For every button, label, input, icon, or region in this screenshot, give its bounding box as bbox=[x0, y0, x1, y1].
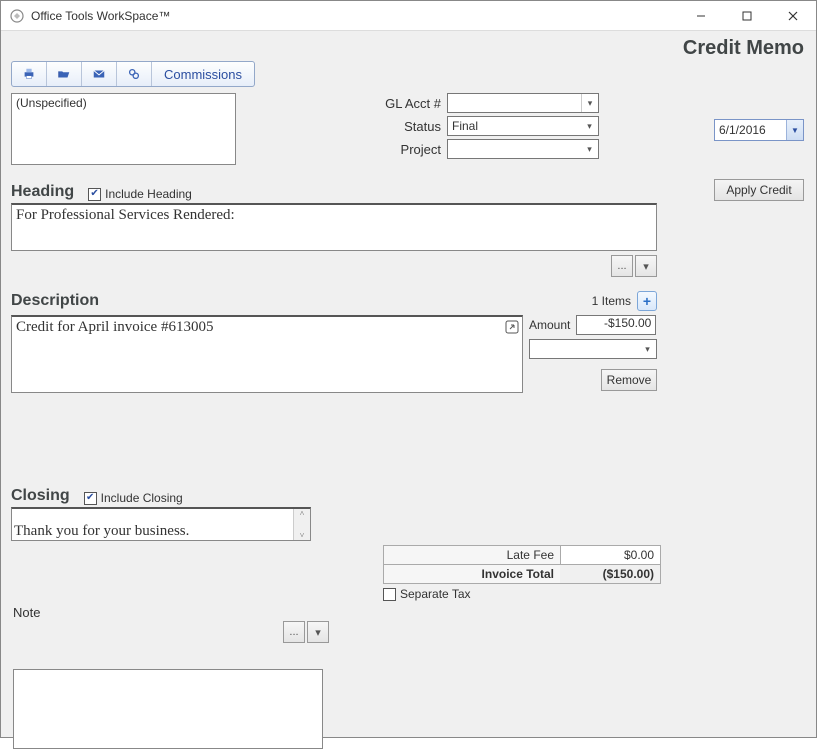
date-value: 6/1/2016 bbox=[719, 123, 766, 137]
minimize-button[interactable] bbox=[678, 1, 724, 30]
include-closing-checkbox[interactable]: ✔ Include Closing bbox=[84, 491, 183, 505]
commissions-button[interactable]: Commissions bbox=[152, 62, 254, 86]
invoice-total-label: Invoice Total bbox=[384, 565, 560, 583]
separate-tax-label: Separate Tax bbox=[400, 587, 471, 601]
content-area: Credit Memo Commissions (Unspecified) bbox=[1, 31, 816, 737]
description-section-label: Description bbox=[11, 292, 99, 310]
app-window: Office Tools WorkSpace™ Credit Memo bbox=[0, 0, 817, 738]
chevron-down-icon: ▾ bbox=[581, 140, 598, 158]
window-title: Office Tools WorkSpace™ bbox=[31, 9, 170, 23]
description-text: Credit for April invoice #613005 bbox=[16, 319, 213, 335]
scroll-up-icon: ˄ bbox=[300, 509, 305, 518]
late-fee-value: $0.00 bbox=[624, 548, 654, 562]
late-fee-label: Late Fee bbox=[384, 546, 560, 564]
print-button[interactable] bbox=[12, 62, 47, 86]
heading-ellipsis-button[interactable]: ... bbox=[611, 255, 633, 277]
description-count: 1 Items bbox=[592, 294, 631, 308]
checkbox-icon bbox=[383, 588, 396, 601]
include-closing-label: Include Closing bbox=[101, 491, 183, 505]
totals-table: Late Fee $0.00 Invoice Total ($150.00) S… bbox=[383, 545, 661, 601]
project-combo[interactable]: ▾ bbox=[447, 139, 599, 159]
project-label: Project bbox=[376, 142, 441, 157]
chevron-down-icon: ▾ bbox=[639, 340, 656, 358]
amount-value: -$150.00 bbox=[604, 316, 651, 330]
heading-text: For Professional Services Rendered: bbox=[16, 207, 235, 223]
settings-button[interactable] bbox=[117, 62, 152, 86]
scroll-down-icon: ˅ bbox=[300, 531, 305, 540]
heading-section-label: Heading bbox=[11, 183, 74, 201]
heading-dropdown-button[interactable]: ▾ bbox=[635, 255, 657, 277]
chevron-down-icon: ▼ bbox=[786, 120, 803, 140]
date-picker[interactable]: 6/1/2016 ▼ bbox=[714, 119, 804, 141]
app-icon bbox=[9, 8, 25, 24]
chevron-down-icon: ▾ bbox=[581, 94, 598, 112]
maximize-button[interactable] bbox=[724, 1, 770, 30]
chevron-down-icon: ▾ bbox=[581, 117, 598, 135]
party-text: (Unspecified) bbox=[16, 96, 87, 110]
note-ellipsis-button[interactable]: ... bbox=[283, 621, 305, 643]
gl-acct-combo[interactable]: ▾ bbox=[447, 93, 599, 113]
email-button[interactable] bbox=[82, 62, 117, 86]
line-item-combo[interactable]: ▾ bbox=[529, 339, 657, 359]
header-fields: GL Acct # ▾ Status Final ▾ Project bbox=[376, 93, 599, 165]
note-label: Note bbox=[13, 605, 40, 620]
status-value: Final bbox=[452, 119, 478, 133]
heading-textarea[interactable]: For Professional Services Rendered: bbox=[11, 203, 657, 251]
scrollbar[interactable]: ˄ ˅ bbox=[293, 509, 310, 540]
note-dropdown-button[interactable]: ▾ bbox=[307, 621, 329, 643]
include-heading-label: Include Heading bbox=[105, 187, 192, 201]
amount-label: Amount bbox=[529, 318, 570, 332]
late-fee-input[interactable]: $0.00 bbox=[560, 546, 660, 564]
status-label: Status bbox=[376, 119, 441, 134]
include-heading-checkbox[interactable]: ✔ Include Heading bbox=[88, 187, 192, 201]
apply-credit-button[interactable]: Apply Credit bbox=[714, 179, 804, 201]
closing-text: Thank you for your business. bbox=[14, 523, 189, 540]
expand-icon[interactable] bbox=[504, 319, 520, 335]
remove-button[interactable]: Remove bbox=[601, 369, 657, 391]
closing-section-label: Closing bbox=[11, 487, 70, 505]
toolbar: Commissions bbox=[11, 61, 255, 87]
check-icon: ✔ bbox=[88, 188, 101, 201]
right-column: 6/1/2016 ▼ Apply Credit bbox=[714, 119, 804, 201]
invoice-total-value: ($150.00) bbox=[560, 565, 660, 583]
description-textarea[interactable]: Credit for April invoice #613005 bbox=[11, 315, 523, 393]
closing-textarea[interactable]: Thank you for your business. ˄ ˅ bbox=[11, 507, 311, 541]
status-combo[interactable]: Final ▾ bbox=[447, 116, 599, 136]
check-icon: ✔ bbox=[84, 492, 97, 505]
add-item-button[interactable]: + bbox=[637, 291, 657, 311]
gl-acct-label: GL Acct # bbox=[376, 96, 441, 111]
window-controls bbox=[678, 1, 816, 30]
amount-input[interactable]: -$150.00 bbox=[576, 315, 656, 335]
note-textarea[interactable] bbox=[13, 669, 323, 749]
close-button[interactable] bbox=[770, 1, 816, 30]
titlebar: Office Tools WorkSpace™ bbox=[1, 1, 816, 31]
page-title: Credit Memo bbox=[683, 37, 804, 60]
open-button[interactable] bbox=[47, 62, 82, 86]
party-box[interactable]: (Unspecified) bbox=[11, 93, 236, 165]
separate-tax-checkbox[interactable]: Separate Tax bbox=[383, 587, 471, 601]
